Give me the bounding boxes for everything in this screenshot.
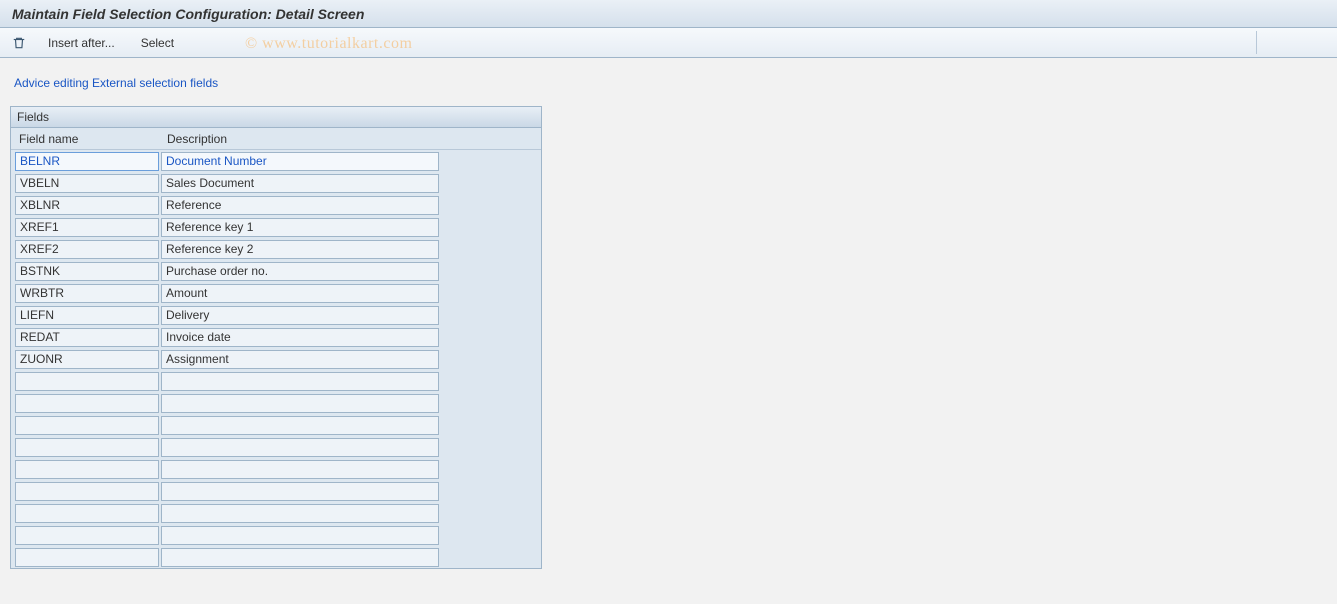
insert-after-button[interactable]: Insert after... [42,34,121,52]
field-desc-cell[interactable] [161,438,439,457]
table-row[interactable] [11,370,541,392]
table-row[interactable] [11,436,541,458]
field-desc-cell[interactable]: Reference key 2 [161,240,439,259]
field-desc-cell[interactable]: Invoice date [161,328,439,347]
table-row[interactable] [11,546,541,568]
field-name-cell[interactable] [15,416,159,435]
content-area: Advice editing External selection fields… [0,58,1337,579]
field-name-cell[interactable] [15,394,159,413]
field-name-cell[interactable]: WRBTR [15,284,159,303]
field-name-cell[interactable]: XREF1 [15,218,159,237]
table-row[interactable]: ZUONRAssignment [11,348,541,370]
field-desc-cell[interactable]: Assignment [161,350,439,369]
field-desc-cell[interactable]: Reference [161,196,439,215]
table-row[interactable] [11,524,541,546]
grid-header: Field name Description [11,128,541,150]
field-desc-cell[interactable] [161,460,439,479]
field-name-cell[interactable]: LIEFN [15,306,159,325]
delete-icon[interactable] [10,34,28,52]
table-row[interactable]: XREF1Reference key 1 [11,216,541,238]
field-name-cell[interactable]: ZUONR [15,350,159,369]
field-name-cell[interactable]: VBELN [15,174,159,193]
field-name-cell[interactable]: REDAT [15,328,159,347]
table-row[interactable]: WRBTRAmount [11,282,541,304]
table-row[interactable] [11,480,541,502]
table-row[interactable]: XREF2Reference key 2 [11,238,541,260]
field-name-cell[interactable] [15,482,159,501]
field-name-cell[interactable] [15,504,159,523]
field-desc-cell[interactable] [161,416,439,435]
field-desc-cell[interactable]: Document Number [161,152,439,171]
field-name-cell[interactable] [15,548,159,567]
field-name-cell[interactable] [15,460,159,479]
table-row[interactable] [11,392,541,414]
field-name-cell[interactable]: BELNR [15,152,159,171]
field-desc-cell[interactable] [161,482,439,501]
table-row[interactable]: VBELNSales Document [11,172,541,194]
field-desc-cell[interactable]: Reference key 1 [161,218,439,237]
field-desc-cell[interactable]: Purchase order no. [161,262,439,281]
table-row[interactable]: XBLNRReference [11,194,541,216]
fields-panel: Fields Field name Description BELNRDocum… [10,106,542,569]
toolbar: Insert after... Select [0,28,1337,58]
field-name-cell[interactable] [15,526,159,545]
field-desc-cell[interactable]: Amount [161,284,439,303]
field-desc-cell[interactable] [161,372,439,391]
field-desc-cell[interactable]: Sales Document [161,174,439,193]
table-row[interactable]: BSTNKPurchase order no. [11,260,541,282]
field-name-cell[interactable] [15,438,159,457]
select-button[interactable]: Select [135,34,180,52]
page-title: Maintain Field Selection Configuration: … [12,6,364,22]
field-desc-cell[interactable] [161,504,439,523]
field-name-cell[interactable]: XBLNR [15,196,159,215]
table-row[interactable] [11,414,541,436]
breadcrumb[interactable]: Advice editing External selection fields [14,76,1327,90]
table-row[interactable]: REDATInvoice date [11,326,541,348]
field-desc-cell[interactable]: Delivery [161,306,439,325]
title-bar: Maintain Field Selection Configuration: … [0,0,1337,28]
field-name-cell[interactable]: BSTNK [15,262,159,281]
table-row[interactable] [11,458,541,480]
panel-title: Fields [11,107,541,128]
field-desc-cell[interactable] [161,526,439,545]
toolbar-separator [1256,31,1257,54]
field-name-cell[interactable]: XREF2 [15,240,159,259]
fields-grid: Field name Description BELNRDocument Num… [11,128,541,568]
field-desc-cell[interactable] [161,394,439,413]
col-header-name: Field name [15,129,163,149]
field-desc-cell[interactable] [161,548,439,567]
col-header-desc: Description [163,129,443,149]
table-row[interactable]: LIEFNDelivery [11,304,541,326]
field-name-cell[interactable] [15,372,159,391]
table-row[interactable] [11,502,541,524]
table-row[interactable]: BELNRDocument Number [11,150,541,172]
